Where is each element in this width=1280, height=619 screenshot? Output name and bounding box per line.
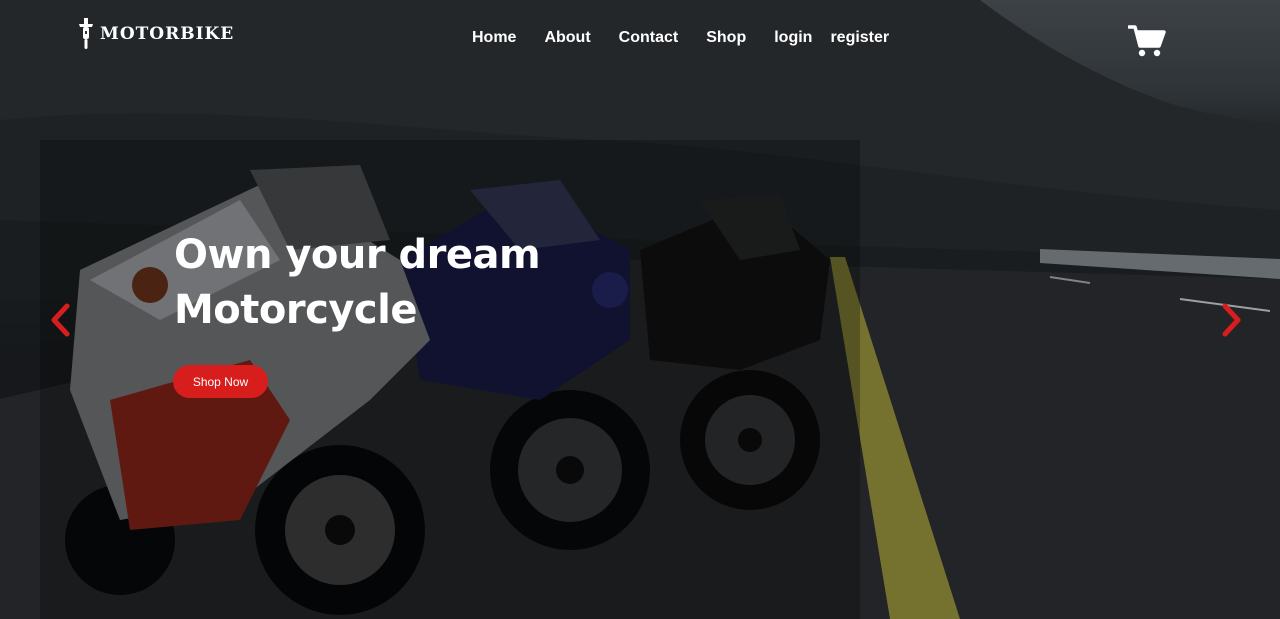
nav-link-login[interactable]: login [774, 29, 812, 47]
nav-link-about[interactable]: About [544, 29, 590, 47]
main-nav: Home About Contact Shop login register [472, 29, 889, 47]
nav-link-home[interactable]: Home [472, 29, 516, 47]
nav-link-shop[interactable]: Shop [706, 29, 746, 47]
brand-name: MOTORBIKE [100, 24, 235, 44]
hero-headline: Own your dream Motorcycle [174, 228, 541, 338]
brand-logo[interactable]: MOTORBIKE [78, 18, 234, 50]
shop-now-button[interactable]: Shop Now [173, 365, 268, 398]
hero-headline-line1: Own your dream [174, 232, 541, 278]
nav-link-register[interactable]: register [830, 29, 889, 47]
hero-headline-line2: Motorcycle [174, 287, 417, 333]
nav-link-contact[interactable]: Contact [619, 29, 679, 47]
chevron-left-icon[interactable] [49, 303, 71, 337]
motorbike-logo-icon [79, 18, 93, 49]
shopping-cart-icon[interactable] [1128, 24, 1166, 58]
chevron-right-icon[interactable] [1221, 303, 1243, 337]
hero-banner: MOTORBIKE Home About Contact Shop login … [0, 0, 1280, 619]
